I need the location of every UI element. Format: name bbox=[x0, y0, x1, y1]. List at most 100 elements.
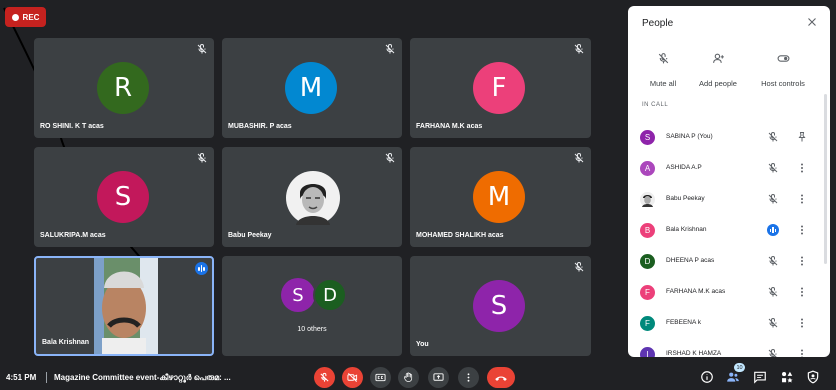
avatar: M bbox=[285, 62, 337, 114]
toggle-icon bbox=[777, 55, 789, 62]
chat-icon[interactable] bbox=[753, 370, 767, 384]
video-feed bbox=[94, 258, 158, 354]
panel-title: People bbox=[642, 18, 674, 29]
avatar: D bbox=[313, 278, 347, 312]
activities-icon[interactable] bbox=[780, 370, 794, 384]
pin-icon[interactable] bbox=[796, 131, 808, 143]
captions-icon bbox=[375, 373, 386, 382]
participant-tile[interactable]: S SALUKRIPA.M acas bbox=[34, 147, 214, 247]
mic-off-icon[interactable] bbox=[767, 131, 779, 143]
raise-hand-button[interactable] bbox=[398, 367, 419, 388]
person-name: Babu Peekay bbox=[666, 195, 705, 202]
recording-label: REC bbox=[22, 12, 40, 22]
person-name: IRSHAD K HAMZA bbox=[666, 350, 722, 357]
host-controls-button[interactable]: Host controls bbox=[750, 50, 816, 91]
add-people-button[interactable]: Add people bbox=[685, 50, 751, 91]
list-item[interactable]: A ASHIDA A.P bbox=[628, 153, 830, 184]
more-options-button[interactable] bbox=[458, 367, 479, 388]
people-icon[interactable] bbox=[726, 370, 740, 384]
more-icon[interactable] bbox=[796, 255, 808, 267]
call-controls-bar: 4:51 PM Magazine Committee event-കീഴാറ്റ… bbox=[0, 362, 836, 390]
captions-button[interactable] bbox=[370, 367, 391, 388]
participant-name: MOHAMED SHALIKH acas bbox=[416, 232, 504, 239]
participant-tile[interactable]: M MOHAMED SHALIKH acas bbox=[410, 147, 591, 247]
participant-name: FARHANA M.K acas bbox=[416, 123, 483, 130]
mic-off-icon[interactable] bbox=[767, 317, 779, 329]
avatar: I bbox=[640, 347, 655, 357]
mic-off-icon bbox=[574, 153, 584, 163]
speaking-indicator-icon bbox=[767, 224, 779, 236]
others-tile[interactable]: S D 10 others bbox=[222, 256, 402, 356]
mic-off-icon bbox=[574, 44, 584, 54]
participant-name: RO SHINI. K T acas bbox=[40, 123, 104, 130]
more-icon[interactable] bbox=[796, 224, 808, 236]
participant-name: SALUKRIPA.M acas bbox=[40, 232, 106, 239]
avatar: F bbox=[640, 285, 655, 300]
list-item[interactable]: D DHEENA P acas bbox=[628, 246, 830, 277]
participant-tile[interactable]: F FARHANA M.K acas bbox=[410, 38, 591, 138]
mic-off-icon[interactable] bbox=[767, 286, 779, 298]
camera-toggle-button[interactable] bbox=[342, 367, 363, 388]
speaking-indicator-icon bbox=[195, 262, 208, 275]
participant-tile-speaking[interactable]: Bala Krishnan bbox=[34, 256, 214, 356]
more-icon bbox=[467, 373, 470, 382]
mic-off-icon bbox=[197, 44, 207, 54]
person-name: ASHIDA A.P bbox=[666, 164, 702, 171]
mic-off-icon[interactable] bbox=[767, 162, 779, 174]
person-name: Bala Krishnan bbox=[666, 226, 707, 233]
mic-off-icon[interactable] bbox=[767, 255, 779, 267]
participant-tile[interactable]: M MUBASHIR. P acas bbox=[222, 38, 402, 138]
person-name: DHEENA P acas bbox=[666, 257, 715, 264]
participant-name: You bbox=[416, 341, 429, 348]
divider bbox=[46, 372, 47, 383]
meeting-title: Magazine Committee event-കീഴാറ്റൂർ പെരുമ… bbox=[54, 373, 231, 382]
list-item[interactable]: I IRSHAD K HAMZA bbox=[628, 339, 830, 357]
mic-off-icon bbox=[320, 372, 329, 382]
present-button[interactable] bbox=[428, 367, 449, 388]
mic-off-icon[interactable] bbox=[767, 193, 779, 205]
host-controls-label: Host controls bbox=[761, 79, 805, 88]
leave-call-button[interactable] bbox=[487, 367, 515, 388]
more-icon[interactable] bbox=[796, 286, 808, 298]
more-icon[interactable] bbox=[796, 162, 808, 174]
add-people-label: Add people bbox=[699, 79, 737, 88]
video-off-icon bbox=[347, 373, 358, 382]
avatar: D bbox=[640, 254, 655, 269]
participant-name: MUBASHIR. P acas bbox=[228, 123, 292, 130]
add-person-icon bbox=[712, 53, 724, 63]
mute-all-label: Mute all bbox=[649, 79, 677, 88]
clock: 4:51 PM bbox=[6, 373, 37, 382]
list-item[interactable]: Babu Peekay bbox=[628, 184, 830, 215]
mic-toggle-button[interactable] bbox=[314, 367, 335, 388]
participant-name: Bala Krishnan bbox=[42, 339, 90, 346]
more-icon[interactable] bbox=[796, 193, 808, 205]
avatar: F bbox=[473, 62, 525, 114]
profile-photo bbox=[640, 192, 655, 207]
info-icon[interactable] bbox=[700, 370, 714, 384]
host-controls-icon[interactable] bbox=[806, 370, 820, 384]
avatar: S bbox=[473, 280, 525, 332]
record-dot-icon bbox=[11, 13, 19, 21]
others-count-label: 10 others bbox=[297, 326, 327, 333]
more-icon[interactable] bbox=[796, 317, 808, 329]
self-tile[interactable]: S You bbox=[410, 256, 591, 356]
profile-photo bbox=[286, 171, 340, 225]
people-panel: People Mute all Add people Host controls… bbox=[628, 6, 830, 357]
mic-off-icon bbox=[197, 153, 207, 163]
list-item[interactable]: F FEBEENA k bbox=[628, 308, 830, 339]
close-icon[interactable] bbox=[806, 16, 818, 28]
participant-count-badge: 10 bbox=[734, 363, 745, 372]
people-list: S SABINA P (You) A ASHIDA A.P Babu Peeka… bbox=[628, 122, 830, 357]
mic-off-icon[interactable] bbox=[767, 348, 779, 357]
participant-tile[interactable]: Babu Peekay bbox=[222, 147, 402, 247]
list-item[interactable]: S SABINA P (You) bbox=[628, 122, 830, 153]
mic-off-icon bbox=[658, 53, 668, 64]
list-item[interactable]: F FARHANA M.K acas bbox=[628, 277, 830, 308]
list-item[interactable]: B Bala Krishnan bbox=[628, 215, 830, 246]
mic-off-icon bbox=[385, 44, 395, 54]
participant-tile[interactable]: R RO SHINI. K T acas bbox=[34, 38, 214, 138]
more-icon[interactable] bbox=[796, 348, 808, 357]
avatar: S bbox=[281, 278, 315, 312]
avatar: S bbox=[97, 171, 149, 223]
mic-off-icon bbox=[385, 153, 395, 163]
